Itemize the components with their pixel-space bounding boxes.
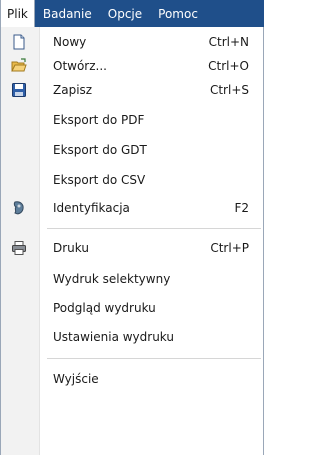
menu-item-zapisz[interactable]: Zapisz Ctrl+S xyxy=(1,78,263,102)
menu-item-label: Wyjście xyxy=(53,372,99,386)
shortcut-label: Ctrl+S xyxy=(209,83,249,97)
save-disk-icon xyxy=(11,82,27,98)
open-folder-icon xyxy=(11,58,27,74)
menu-item-nowy[interactable]: Nowy Ctrl+N xyxy=(1,30,263,54)
file-dropdown-menu: Nowy Ctrl+N Otwórz... Ctrl+O Zapisz Ctrl… xyxy=(0,27,264,455)
menu-item-label: Eksport do GDT xyxy=(53,143,147,157)
menu-opcje[interactable]: Opcje xyxy=(100,0,150,27)
menu-item-label: Identyfikacja xyxy=(53,201,130,215)
shortcut-label: Ctrl+N xyxy=(208,35,249,49)
menu-separator xyxy=(47,228,261,229)
shortcut-label: F2 xyxy=(234,201,249,215)
menu-item-label: Wydruk selektywny xyxy=(53,272,171,286)
menu-item-label: Eksport do PDF xyxy=(53,113,145,127)
menu-item-identyfikacja[interactable]: Identyfikacja F2 xyxy=(1,196,263,220)
menu-pomoc[interactable]: Pomoc xyxy=(150,0,206,27)
shortcut-label: Ctrl+P xyxy=(210,241,249,255)
menu-item-eksport-csv[interactable]: Eksport do CSV xyxy=(1,168,263,192)
menu-separator xyxy=(47,358,261,359)
menu-item-eksport-gdt[interactable]: Eksport do GDT xyxy=(1,138,263,162)
menu-item-podglad-wydruku[interactable]: Podgląd wydruku xyxy=(1,296,263,320)
menu-item-label: Zapisz xyxy=(53,83,93,97)
printer-icon xyxy=(11,240,27,256)
menu-item-ustawienia-wydruku[interactable]: Ustawienia wydruku xyxy=(1,325,263,349)
menu-item-label: Podgląd wydruku xyxy=(53,301,156,315)
menu-item-druku[interactable]: Druku Ctrl+P xyxy=(1,236,263,260)
menu-item-label: Otwórz... xyxy=(53,59,107,73)
menu-item-label: Ustawienia wydruku xyxy=(53,330,174,344)
menu-item-wyjscie[interactable]: Wyjście xyxy=(1,367,263,391)
menu-item-wydruk-selektywny[interactable]: Wydruk selektywny xyxy=(1,267,263,291)
menu-badanie[interactable]: Badanie xyxy=(35,0,100,27)
identification-icon xyxy=(11,200,27,216)
shortcut-label: Ctrl+O xyxy=(208,59,249,73)
menu-bar: Plik Badanie Opcje Pomoc xyxy=(0,0,264,27)
menu-item-otworz[interactable]: Otwórz... Ctrl+O xyxy=(1,54,263,78)
menu-item-eksport-pdf[interactable]: Eksport do PDF xyxy=(1,108,263,132)
menu-item-label: Nowy xyxy=(53,35,87,49)
menu-item-label: Eksport do CSV xyxy=(53,173,146,187)
new-document-icon xyxy=(11,34,27,50)
menu-item-label: Druku xyxy=(53,241,89,255)
menu-plik[interactable]: Plik xyxy=(0,0,35,27)
